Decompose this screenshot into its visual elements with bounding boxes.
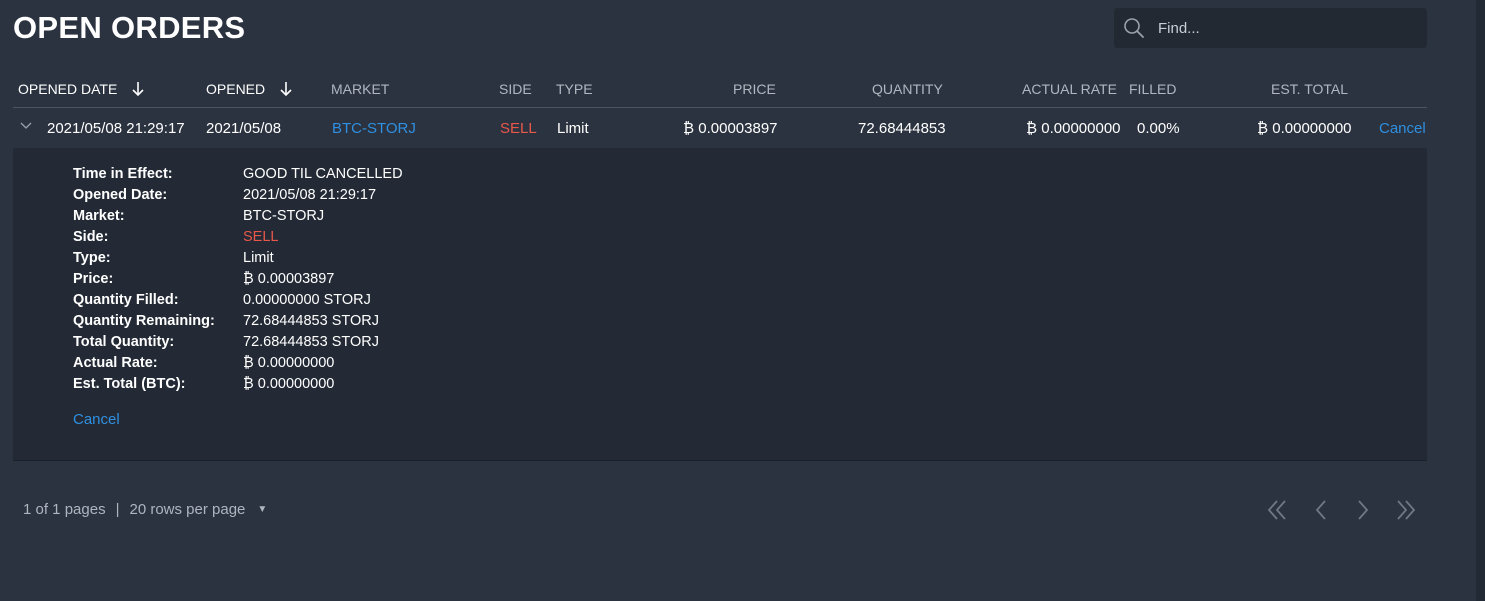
detail-label: Side: xyxy=(73,229,109,245)
table-header: OPENED DATE OPENED MARKET SIDE TYPE PRIC… xyxy=(13,70,1427,108)
cell-est-total: ₿ 0.00000000 xyxy=(1257,120,1352,137)
detail-value: ₿ 0.00000000 xyxy=(243,355,335,371)
rows-per-page-label: 20 rows per page xyxy=(129,501,246,518)
column-header-label: OPENED DATE xyxy=(18,81,118,97)
detail-label: Quantity Remaining: xyxy=(73,313,215,329)
rows-per-page-select[interactable]: 20 rows per page ▼ xyxy=(129,501,267,518)
detail-value: 72.68444853 STORJ xyxy=(243,313,379,329)
detail-label: Opened Date: xyxy=(73,187,168,203)
column-header-est-total[interactable]: EST. TOTAL xyxy=(1271,81,1348,97)
footer-separator: | xyxy=(115,501,120,518)
detail-value: 2021/05/08 21:29:17 xyxy=(243,187,377,203)
caret-down-icon: ▼ xyxy=(257,504,268,515)
column-header-type[interactable]: TYPE xyxy=(556,81,593,97)
detail-value: 0.00000000 STORJ xyxy=(243,292,371,308)
cell-actual-rate: ₿ 0.00000000 xyxy=(1026,120,1121,137)
detail-label: Actual Rate: xyxy=(73,355,158,371)
scrollbar-track[interactable] xyxy=(1476,0,1485,601)
detail-value: ₿ 0.00000000 xyxy=(243,376,335,392)
cell-opened-date: 2021/05/08 21:29:17 xyxy=(47,120,185,137)
column-header-price[interactable]: PRICE xyxy=(733,81,776,97)
detail-cancel-button[interactable]: Cancel xyxy=(73,411,120,428)
column-header-market[interactable]: MARKET xyxy=(331,81,389,97)
detail-label: Est. Total (BTC): xyxy=(73,376,186,392)
cell-opened: 2021/05/08 xyxy=(206,120,282,137)
column-header-label: OPENED xyxy=(206,81,266,97)
chevron-left-icon[interactable] xyxy=(1308,497,1334,523)
market-link[interactable]: BTC-STORJ xyxy=(332,120,416,137)
page-title: OPEN ORDERS xyxy=(13,10,246,45)
double-chevron-right-icon[interactable] xyxy=(1392,497,1418,523)
column-header-quantity[interactable]: QUANTITY xyxy=(872,81,943,97)
cancel-order-button[interactable]: Cancel xyxy=(1379,120,1426,137)
column-header-side[interactable]: SIDE xyxy=(499,81,532,97)
detail-value: GOOD TIL CANCELLED xyxy=(243,166,403,182)
detail-label: Quantity Filled: xyxy=(73,292,179,308)
cell-quantity: 72.68444853 xyxy=(858,120,946,137)
search-input[interactable] xyxy=(1158,8,1418,48)
column-header-filled[interactable]: FILLED xyxy=(1129,81,1176,97)
cell-type: Limit xyxy=(557,120,589,137)
open-orders-page: OPEN ORDERS OPENED DATE OPENED MARKET SI… xyxy=(0,0,1485,601)
table-row[interactable]: 2021/05/08 21:29:17 2021/05/08 BTC-STORJ… xyxy=(13,108,1427,148)
chevron-right-icon[interactable] xyxy=(1350,497,1376,523)
detail-value-side: SELL xyxy=(243,229,279,245)
detail-value: Limit xyxy=(243,250,274,266)
sort-descending-icon xyxy=(132,82,144,97)
cell-side: SELL xyxy=(500,120,537,137)
column-header-opened-date[interactable]: OPENED DATE xyxy=(18,81,145,97)
double-chevron-left-icon[interactable] xyxy=(1265,497,1291,523)
detail-value: BTC-STORJ xyxy=(243,208,325,224)
sort-descending-icon xyxy=(280,82,292,97)
search-icon xyxy=(1124,18,1144,38)
detail-label: Market: xyxy=(73,208,125,224)
detail-label: Total Quantity: xyxy=(73,334,175,350)
cell-price: ₿ 0.00003897 xyxy=(683,120,778,137)
page-count: 1 of 1 pages xyxy=(23,501,106,518)
detail-value: 72.68444853 STORJ xyxy=(243,334,379,350)
order-details-panel: Time in Effect: GOOD TIL CANCELLED Opene… xyxy=(13,148,1427,461)
chevron-down-icon[interactable] xyxy=(19,119,33,133)
search-box[interactable] xyxy=(1114,8,1427,48)
detail-value: ₿ 0.00003897 xyxy=(243,271,335,287)
column-header-actual-rate[interactable]: ACTUAL RATE xyxy=(1022,81,1117,97)
detail-label: Type: xyxy=(73,250,111,266)
detail-label: Price: xyxy=(73,271,114,287)
detail-label: Time in Effect: xyxy=(73,166,173,182)
pagination-info: 1 of 1 pages | 20 rows per page ▼ xyxy=(23,501,267,518)
cell-filled: 0.00% xyxy=(1137,120,1180,137)
column-header-opened[interactable]: OPENED xyxy=(206,81,293,97)
